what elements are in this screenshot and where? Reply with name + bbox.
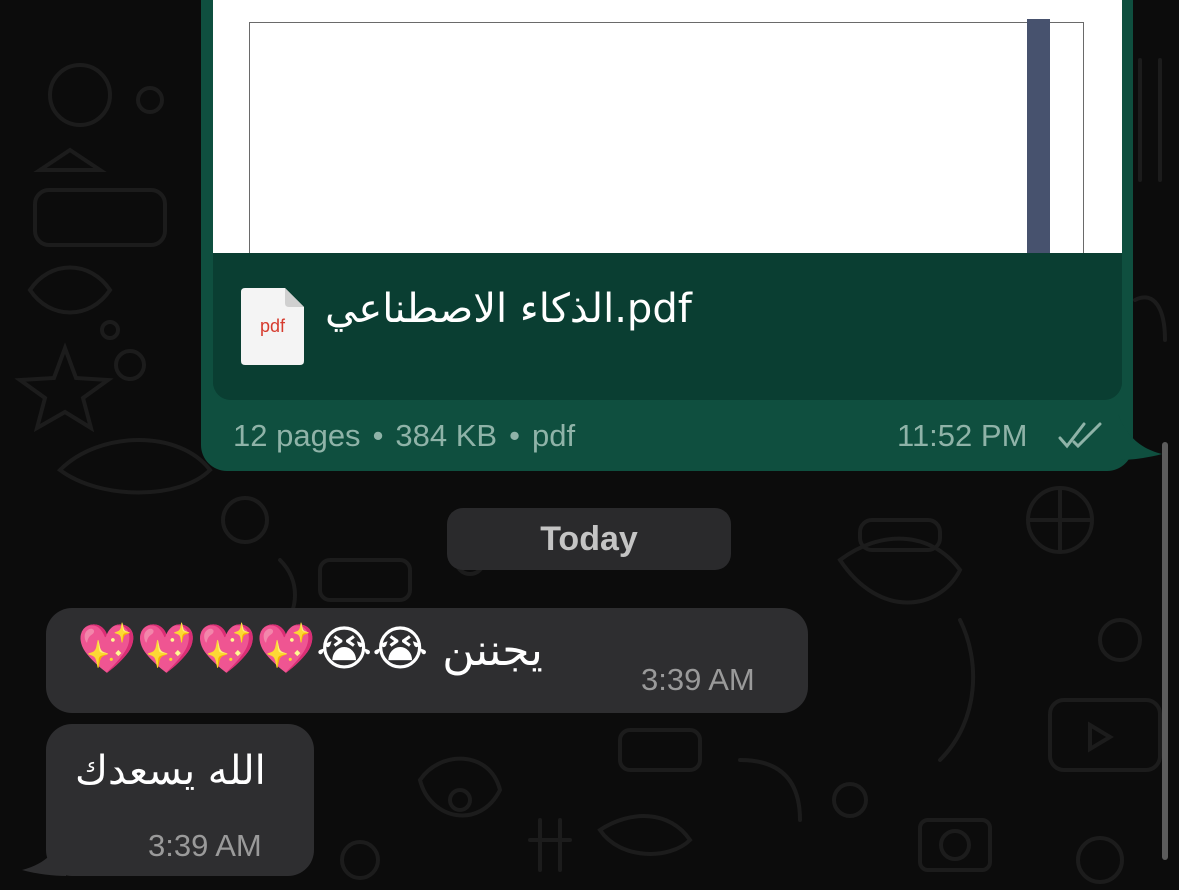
chat-scrollbar[interactable] <box>1162 442 1168 860</box>
pdf-icon-label: pdf <box>259 316 286 336</box>
meta-separator: • <box>372 418 384 453</box>
chat-view[interactable]: pdf الذكاء الاصطناعي.pdf 12 pages • 384 KB… <box>0 0 1179 890</box>
date-separator: Today <box>447 508 731 570</box>
double-check-icon <box>1058 422 1102 449</box>
incoming-bubble-tail <box>22 830 66 876</box>
meta-separator: • <box>509 418 520 453</box>
message-emojis: 💖💖💖💖😭😭 <box>77 621 429 677</box>
document-info-row[interactable]: pdf الذكاء الاصطناعي.pdf <box>213 253 1122 400</box>
message-text: 💖💖💖💖😭😭 يجننن <box>77 620 543 677</box>
message-time: 3:39 AM <box>148 828 262 863</box>
document-card[interactable]: pdf الذكاء الاصطناعي.pdf <box>213 0 1122 400</box>
document-file-type: pdf <box>531 418 576 453</box>
document-page-preview <box>249 22 1084 253</box>
document-meta: 12 pages • 384 KB • pdf <box>233 418 575 454</box>
document-preview[interactable] <box>213 0 1122 253</box>
document-file-size: 384 KB <box>395 418 498 453</box>
pdf-file-icon: pdf <box>241 288 304 365</box>
document-page-count: 12 pages <box>233 418 361 453</box>
message-time: 3:39 AM <box>641 662 755 697</box>
document-file-name: الذكاء الاصطناعي.pdf <box>325 286 692 332</box>
message-text: الله يسعدك <box>75 748 266 794</box>
outgoing-message-time: 11:52 PM <box>897 418 1028 453</box>
message-words: يجننن <box>442 625 543 676</box>
document-page-sidebar <box>1027 19 1050 253</box>
outgoing-bubble-tail <box>1118 414 1162 460</box>
